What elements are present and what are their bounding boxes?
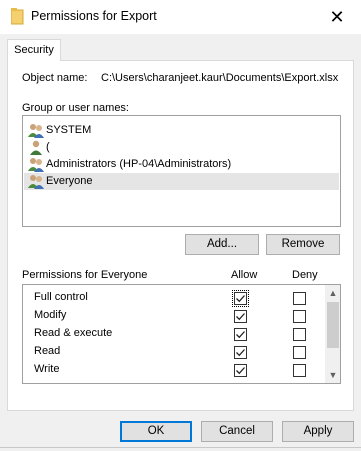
permission-name: Write (34, 363, 60, 375)
folder-icon (11, 8, 24, 25)
checkmark-icon (236, 367, 245, 375)
group-item-everyone[interactable]: Everyone (24, 173, 339, 190)
window-border (0, 447, 361, 448)
permission-row: Modify (23, 307, 323, 325)
allow-checkbox[interactable] (234, 364, 247, 377)
group-names-label: Group or user names: (22, 102, 129, 114)
permission-row: Full control (23, 289, 323, 307)
title-bar: Permissions for Export ✕ (0, 0, 361, 34)
window-title: Permissions for Export (31, 9, 157, 23)
cancel-button[interactable]: Cancel (201, 421, 273, 442)
deny-checkbox[interactable] (293, 328, 306, 341)
permission-row: Write (23, 361, 323, 379)
group-item-administrators[interactable]: Administrators (HP-04\Administrators) (24, 156, 339, 173)
checkmark-icon (236, 331, 245, 339)
scrollbar-thumb[interactable] (327, 302, 339, 348)
allow-header: Allow (231, 269, 258, 281)
deny-checkbox[interactable] (293, 292, 306, 305)
scroll-up-icon[interactable]: ▲ (325, 285, 340, 301)
group-list[interactable]: SYSTEM ( Administrators (HP-04\Administr… (22, 115, 341, 227)
permissions-list: Full control Modify Read & execute Read … (22, 284, 341, 384)
object-name-label: Object name: (22, 72, 88, 84)
deny-checkbox[interactable] (293, 364, 306, 377)
permission-name: Read & execute (34, 327, 113, 339)
close-button[interactable]: ✕ (318, 2, 356, 32)
allow-checkbox[interactable] (232, 290, 249, 307)
group-item-system[interactable]: SYSTEM (24, 122, 339, 139)
checkmark-icon (236, 313, 245, 321)
add-button[interactable]: Add... (185, 234, 259, 255)
allow-checkbox[interactable] (234, 346, 247, 359)
checkmark-icon (236, 349, 245, 357)
group-item-label: Everyone (46, 175, 93, 187)
deny-checkbox[interactable] (293, 310, 306, 323)
object-name-value: C:\Users\charanjeet.kaur\Documents\Expor… (101, 72, 339, 84)
users-group-icon (28, 158, 44, 172)
allow-checkbox[interactable] (234, 328, 247, 341)
deny-header: Deny (292, 269, 318, 281)
permissions-label: Permissions for Everyone (22, 269, 148, 281)
group-item-label: SYSTEM (46, 124, 92, 136)
group-item-label: ( (46, 141, 50, 153)
users-group-icon (28, 175, 44, 189)
user-icon (30, 140, 42, 155)
permission-name: Read (34, 345, 61, 357)
tab-security[interactable]: Security (7, 39, 61, 61)
scroll-down-icon[interactable]: ▼ (325, 367, 340, 383)
remove-button[interactable]: Remove (266, 234, 340, 255)
ok-button[interactable]: OK (120, 421, 192, 442)
users-group-icon (28, 124, 44, 138)
permission-row: Read (23, 343, 323, 361)
apply-button[interactable]: Apply (282, 421, 354, 442)
deny-checkbox[interactable] (293, 346, 306, 359)
permission-name: Modify (34, 309, 67, 321)
permission-name: Full control (34, 291, 88, 303)
permissions-scrollbar[interactable]: ▲ ▼ (325, 285, 340, 383)
allow-checkbox[interactable] (234, 310, 247, 323)
group-item-user[interactable]: ( (24, 139, 339, 156)
permission-row: Read & execute (23, 325, 323, 343)
group-item-label: Administrators (HP-04\Administrators) (46, 158, 232, 170)
checkmark-icon (236, 295, 245, 303)
